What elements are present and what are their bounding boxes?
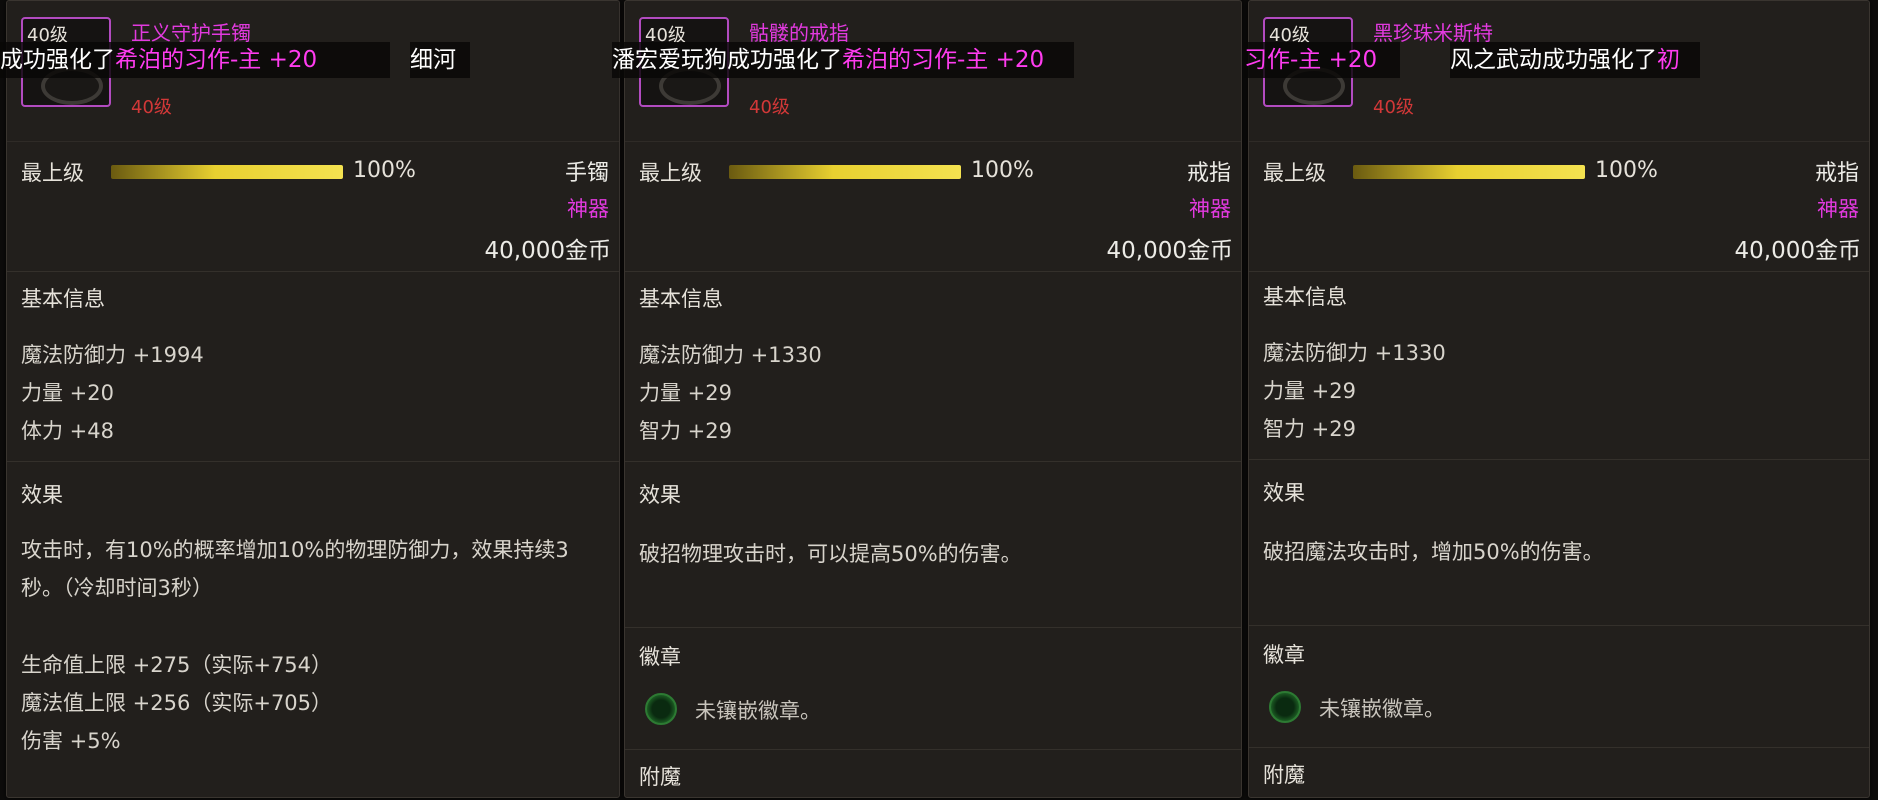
broadcast-ticker: 风之武动成功强化了初: [1450, 42, 1700, 78]
enchant-title: 附魔: [1263, 763, 1305, 787]
effect-title: 效果: [21, 483, 63, 507]
emblem-slot-icon[interactable]: [1269, 691, 1301, 723]
rarity-label: 神器: [1189, 197, 1231, 221]
basic-info-title: 基本信息: [1263, 285, 1347, 309]
effect-title: 效果: [1263, 481, 1305, 505]
stat-line: 魔法防御力 +1994: [21, 343, 204, 367]
broadcast-ticker: 潘宏爱玩狗成功强化了希泊的习作-主 +20: [612, 42, 1074, 78]
item-level: 40级: [1373, 97, 1414, 118]
item-level: 40级: [749, 97, 790, 118]
slot-type: 戒指: [1814, 161, 1859, 186]
stat-line: 体力 +48: [21, 419, 114, 443]
emblem-text: 未镶嵌徽章。: [695, 699, 821, 723]
price: 40,000金币: [484, 238, 611, 264]
slot-type: 手镯: [564, 161, 609, 186]
grade-bar-fill: [1353, 165, 1585, 179]
divider: [7, 461, 619, 462]
item-level: 40级: [131, 97, 172, 118]
grade-percent: 100%: [353, 158, 416, 183]
ticker-text: 潘宏爱玩狗成功强化了: [612, 47, 842, 73]
divider: [625, 749, 1241, 750]
extra-stat-line: 伤害 +5%: [21, 729, 121, 753]
stat-line: 智力 +29: [639, 419, 732, 443]
divider: [7, 271, 619, 272]
stat-line: 魔法防御力 +1330: [639, 343, 822, 367]
ticker-text: 成功强化了: [0, 47, 115, 73]
grade-bar-fill: [729, 165, 961, 179]
rarity-label: 神器: [1817, 197, 1859, 221]
grade-percent: 100%: [1595, 158, 1658, 183]
divider: [1249, 747, 1869, 748]
divider: [625, 627, 1241, 628]
broadcast-ticker: 习作-主 +20: [1244, 42, 1400, 78]
slot-type: 戒指: [1186, 161, 1231, 186]
effect-text: 破招魔法攻击时，增加50%的伤害。: [1263, 540, 1604, 564]
extra-stat-line: 生命值上限 +275（实际+754）: [21, 653, 333, 677]
broadcast-ticker: 成功强化了希泊的习作-主 +20: [0, 42, 390, 78]
basic-info-title: 基本信息: [21, 287, 105, 311]
grade-label: 最上级: [1263, 161, 1326, 185]
grade-bar: [1353, 165, 1585, 179]
price: 40,000金币: [1106, 238, 1233, 264]
stat-line: 力量 +29: [639, 381, 732, 405]
rarity-label: 神器: [567, 197, 609, 221]
grade-label: 最上级: [21, 161, 84, 185]
stat-line: 力量 +20: [21, 381, 114, 405]
effect-text: 攻击时，有10%的概率增加10%的物理防御力，效果持续3秒。（冷却时间3秒）: [21, 538, 569, 600]
divider: [625, 271, 1241, 272]
ticker-item-link[interactable]: 希泊的习作-主 +20: [115, 47, 317, 73]
item-tooltip-bracelet: 40级 正义守护手镯 40级 最上级 100% 手镯 神器 40,000金币 基…: [6, 0, 620, 798]
emblem-text: 未镶嵌徽章。: [1319, 697, 1445, 721]
grade-bar: [111, 165, 343, 179]
ticker-text: 风之武动成功强化了: [1450, 47, 1657, 73]
divider: [625, 461, 1241, 462]
basic-info-title: 基本信息: [639, 287, 723, 311]
ticker-item-link[interactable]: 希泊的习作-主 +20: [842, 47, 1044, 73]
item-tooltip-ring-2: 40级 黑珍珠米斯特 40级 最上级 100% 戒指 神器 40,000金币 基…: [1248, 0, 1870, 798]
divider: [1249, 271, 1869, 272]
emblem-title: 徽章: [639, 645, 681, 669]
grade-bar: [729, 165, 961, 179]
effect-text: 破招物理攻击时，可以提高50%的伤害。: [639, 542, 1022, 566]
grade-bar-fill: [111, 165, 343, 179]
game-screen: 40级 正义守护手镯 40级 最上级 100% 手镯 神器 40,000金币 基…: [0, 0, 1878, 800]
item-tooltip-ring-1: 40级 骷髅的戒指 40级 最上级 100% 戒指 神器 40,000金币 基本…: [624, 0, 1242, 798]
stat-line: 魔法防御力 +1330: [1263, 341, 1446, 365]
emblem-slot-icon[interactable]: [645, 693, 677, 725]
stat-line: 力量 +29: [1263, 379, 1356, 403]
emblem-title: 徽章: [1263, 643, 1305, 667]
grade-percent: 100%: [971, 158, 1034, 183]
broadcast-ticker: 细河: [410, 42, 470, 78]
effect-title: 效果: [639, 483, 681, 507]
divider: [1249, 625, 1869, 626]
grade-label: 最上级: [639, 161, 702, 185]
ticker-item-link[interactable]: 习作-主 +20: [1244, 47, 1377, 73]
extra-stat-line: 魔法值上限 +256（实际+705）: [21, 691, 333, 715]
divider: [1249, 459, 1869, 460]
enchant-title: 附魔: [639, 765, 681, 789]
ticker-item-link[interactable]: 初: [1657, 47, 1680, 73]
price: 40,000金币: [1734, 238, 1861, 264]
ticker-text: 细河: [410, 47, 456, 73]
stat-line: 智力 +29: [1263, 417, 1356, 441]
